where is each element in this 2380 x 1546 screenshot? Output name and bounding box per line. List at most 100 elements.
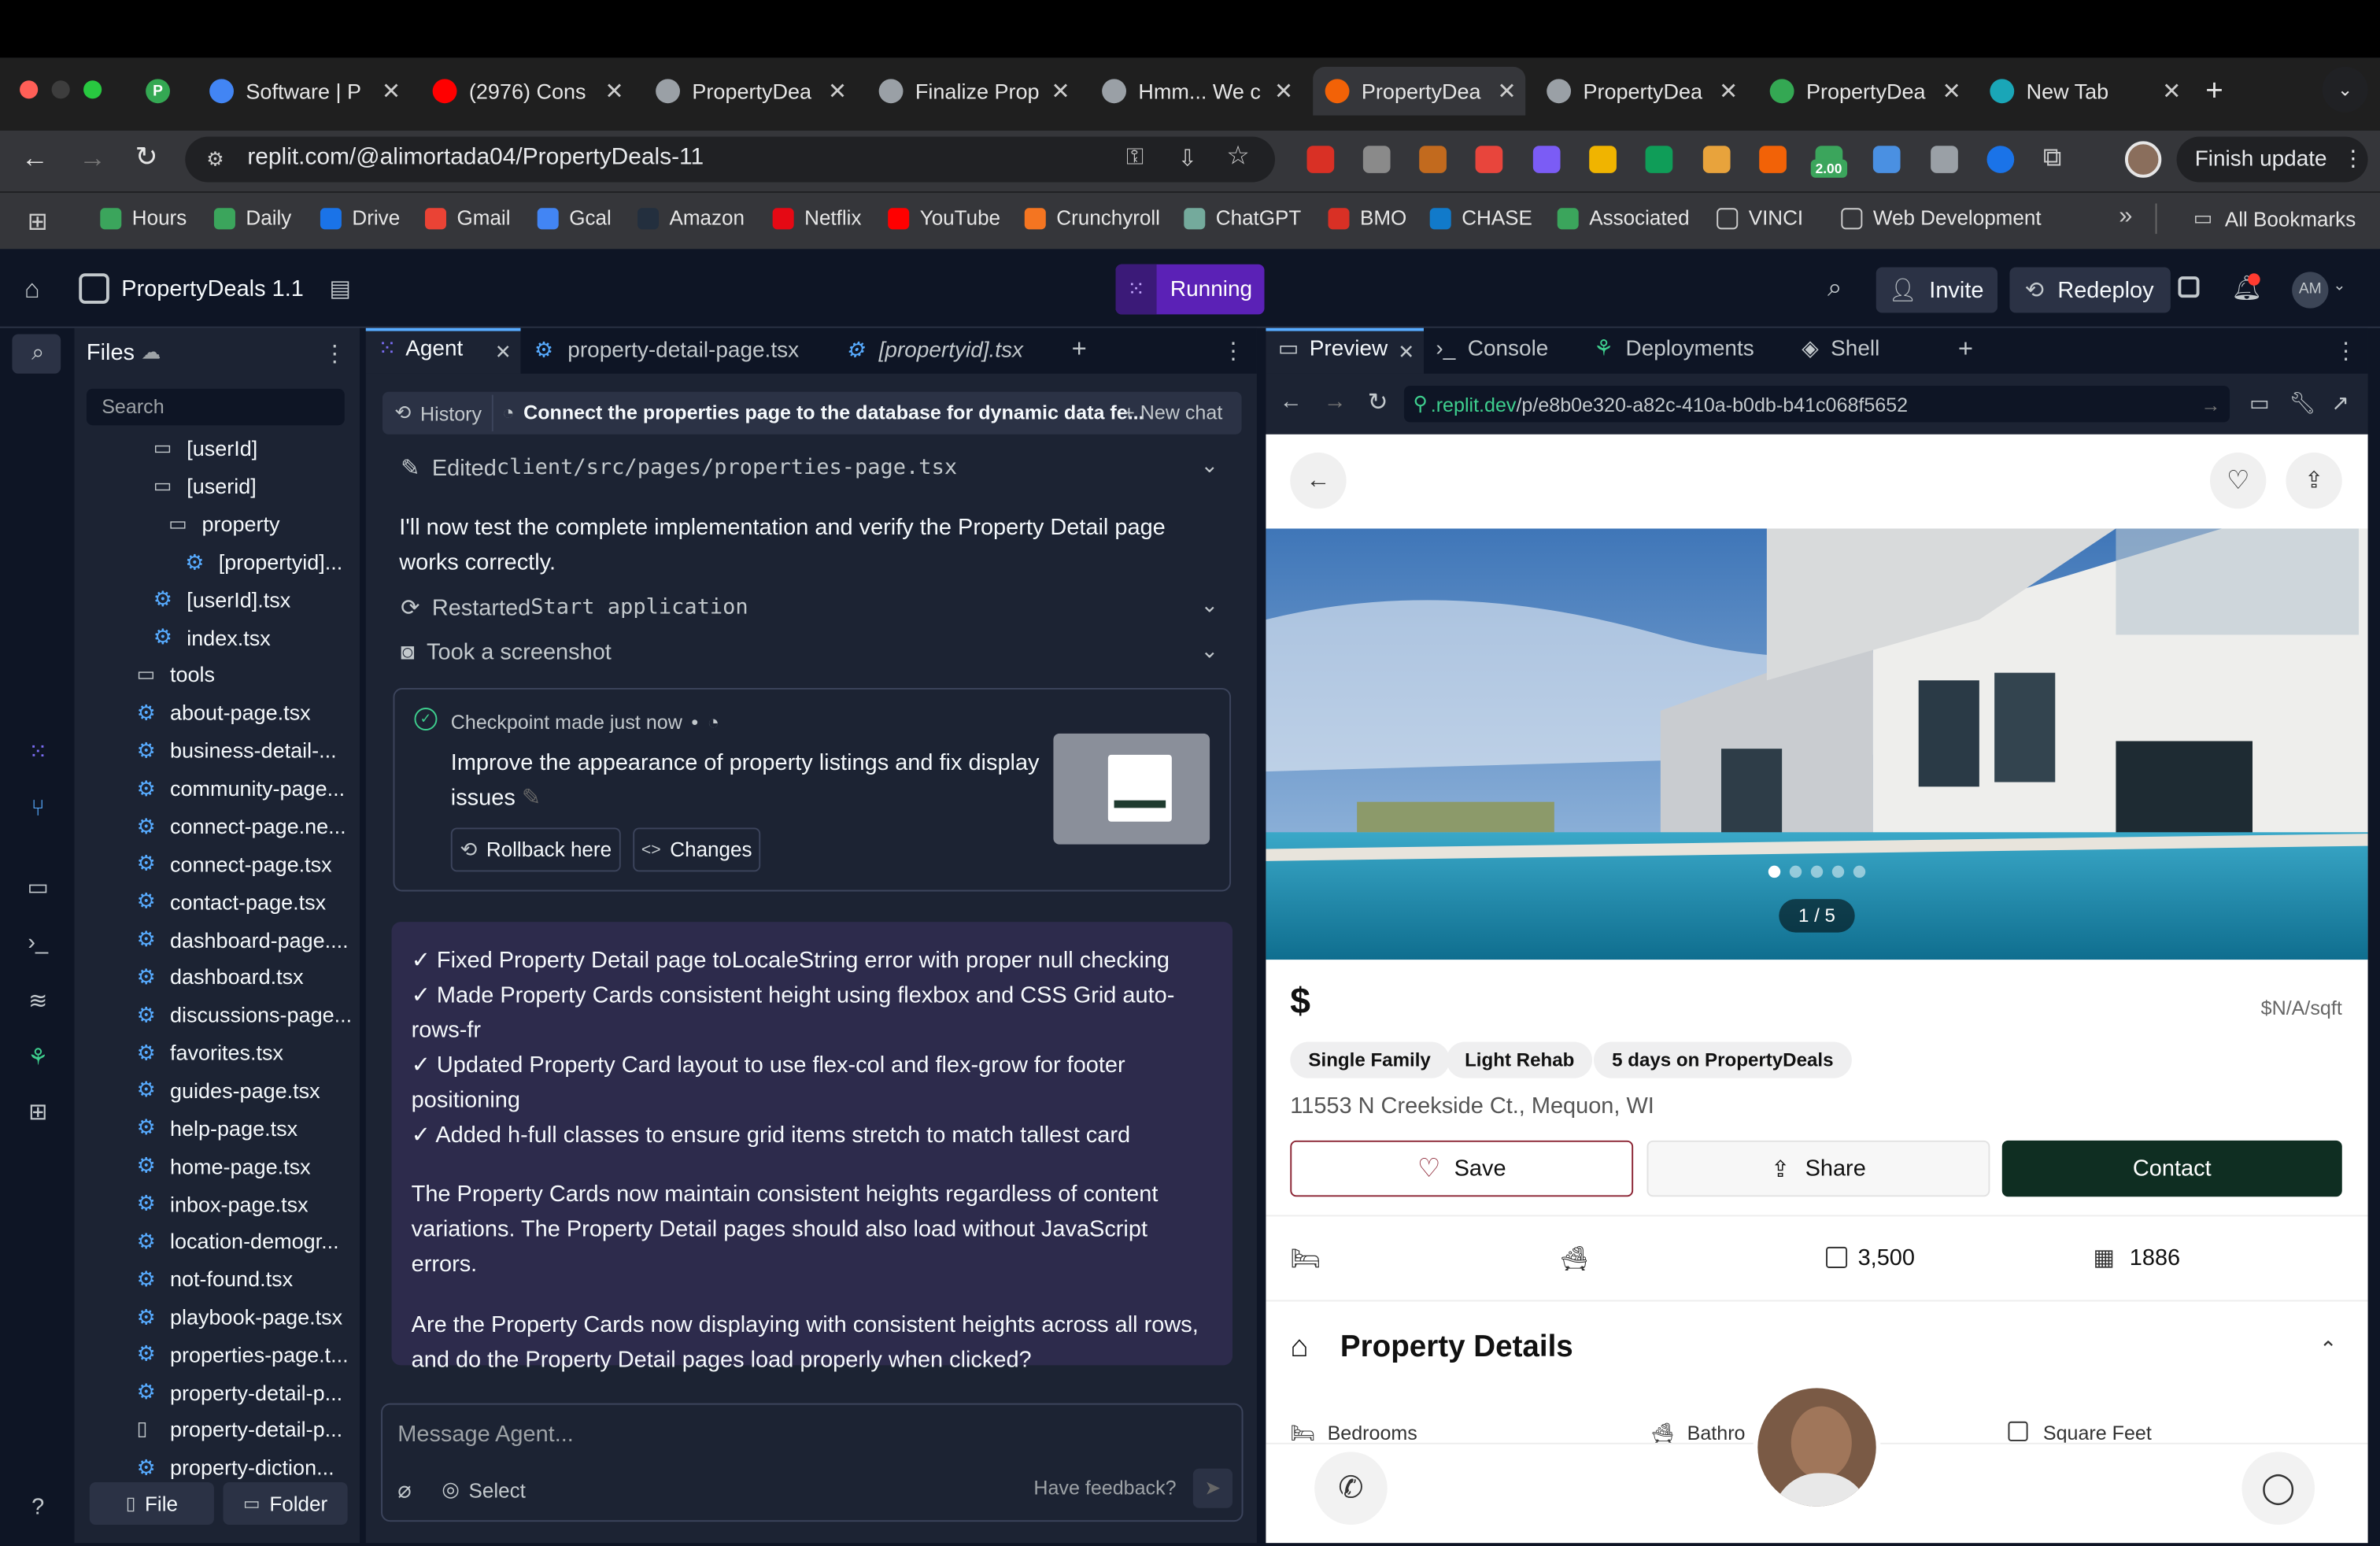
profile-avatar[interactable] <box>2124 141 2162 178</box>
extension-icon[interactable] <box>1362 146 1391 173</box>
redeploy-button[interactable]: ⟲ Redeploy <box>2009 267 2171 313</box>
chevron-down-icon[interactable]: ⌄ <box>1200 453 1218 479</box>
file-tree-item[interactable]: ⚙ dashboard.tsx <box>137 964 304 990</box>
bookmark-item[interactable]: Hours <box>100 206 187 229</box>
file-tree-item[interactable]: ⚙ [propertyid]... <box>185 549 342 575</box>
file-tree-item[interactable]: ▭ tools <box>137 662 215 686</box>
agent-avatar-photo[interactable] <box>1753 1383 1881 1511</box>
browser-tab[interactable]: PropertyDea ✕ <box>1313 66 1526 116</box>
browser-tab[interactable]: PropertyDea ✕ <box>1535 67 1747 116</box>
preview-url-bar[interactable]: ⚲ .replit.dev/p/e8b0e320-a82c-410a-b0db-b… <box>1403 386 2230 423</box>
close-tab-icon[interactable]: ✕ <box>1942 77 1961 105</box>
all-bookmarks[interactable]: ▭ All Bookmarks <box>2193 206 2356 231</box>
bookmark-item[interactable]: YouTube <box>888 206 1000 229</box>
deployments-icon[interactable]: ⚘ <box>24 1043 52 1071</box>
bookmark-item[interactable]: VINCI <box>1717 206 1803 229</box>
contact-button[interactable]: Contact <box>2001 1140 2342 1197</box>
new-file-button[interactable]: ▯ File <box>89 1481 214 1525</box>
chevron-down-icon[interactable]: ⌄ <box>1200 638 1218 664</box>
browser-tab[interactable]: Software | P ✕ <box>198 67 410 116</box>
bookmark-item[interactable]: Web Development <box>1841 206 2042 229</box>
install-app-icon[interactable]: ⇩ <box>1178 144 1197 172</box>
file-tree-item[interactable]: ▭ [userId] <box>153 436 257 460</box>
file-tree-item[interactable]: ▭ property <box>168 512 279 536</box>
agent-icon[interactable]: ⁙ <box>24 738 52 766</box>
database-icon[interactable]: ≋ <box>24 987 52 1015</box>
files-search-icon[interactable]: ⌕ <box>24 340 52 368</box>
help-icon[interactable]: ? <box>24 1494 52 1522</box>
extension-icon[interactable] <box>1931 146 1958 173</box>
file-tree-item[interactable]: ⚙ inbox-page.tsx <box>137 1191 309 1217</box>
tab-agent[interactable]: ⁙ Agent <box>378 337 463 361</box>
bookmark-item[interactable]: Gmail <box>424 206 511 229</box>
bookmark-item[interactable]: Netflix <box>772 206 861 229</box>
close-tab-icon[interactable]: ✕ <box>604 77 623 105</box>
carousel-dot[interactable] <box>1768 865 1781 878</box>
close-tab-icon[interactable]: ✕ <box>1274 77 1293 105</box>
chevron-down-icon[interactable]: ⌄ <box>2333 278 2345 294</box>
file-tree-item[interactable]: ⚙ playbook-page.tsx <box>137 1304 343 1330</box>
property-photo[interactable]: 1 / 5 <box>1266 528 2368 960</box>
favorite-heart-icon[interactable]: ♡ <box>2209 452 2267 509</box>
close-window-button[interactable] <box>20 80 39 99</box>
tab-property-detail-page[interactable]: ⚙ property-detail-page.tsx <box>534 337 799 363</box>
file-tree-item[interactable]: ▭ [userid] <box>153 474 257 498</box>
feedback-link[interactable]: Have feedback? <box>1033 1476 1176 1499</box>
project-name[interactable]: PropertyDeals 1.1 <box>121 276 304 302</box>
carousel-dot[interactable] <box>1831 865 1845 878</box>
file-tree-item[interactable]: ⚙ discussions-page... <box>137 1002 353 1028</box>
browser-tab[interactable]: P <box>134 67 179 116</box>
browser-tab[interactable]: PropertyDea ✕ <box>1757 67 1970 116</box>
screenshot-action[interactable]: ◙ Took a screenshot <box>401 639 612 665</box>
extension-icon[interactable] <box>1589 146 1617 173</box>
new-tab-icon[interactable]: + <box>2205 75 2223 109</box>
file-tree-item[interactable]: ⚙ about-page.tsx <box>137 700 311 726</box>
attach-icon[interactable]: ⌀ <box>397 1476 411 1503</box>
select-element-button[interactable]: ◎ Select <box>442 1478 526 1502</box>
extension-icon[interactable] <box>1986 146 2015 173</box>
git-icon[interactable]: ⑂ <box>24 796 52 823</box>
close-tab-icon[interactable]: ✕ <box>2162 77 2181 105</box>
bookmark-item[interactable]: Daily <box>213 206 291 229</box>
chevron-down-icon[interactable]: ⌄ <box>1200 592 1218 618</box>
extension-icon[interactable] <box>1306 146 1335 173</box>
pencil-icon[interactable]: ✎ <box>522 785 541 811</box>
phone-icon[interactable]: ✆ <box>1314 1452 1388 1525</box>
file-tree-item[interactable]: ⚙ help-page.tsx <box>137 1115 298 1141</box>
tab-deployments[interactable]: ⚘ Deployments <box>1594 337 1754 361</box>
edited-file-action[interactable]: ✎ Edited client/src/pages/properties-page… <box>401 454 957 482</box>
bookmark-item[interactable]: Amazon <box>637 206 745 229</box>
extension-icon[interactable] <box>1702 146 1731 173</box>
tab-propertyid[interactable]: ⚙ [propertyid].tsx <box>845 337 1023 363</box>
browser-tab[interactable]: Hmm... We c ✕ <box>1090 67 1303 116</box>
close-tab-icon[interactable]: ✕ <box>1051 77 1070 105</box>
file-tree-item[interactable]: ⚙ home-page.tsx <box>137 1153 311 1179</box>
extension-icon[interactable] <box>1645 146 1673 173</box>
bookmark-item[interactable]: BMO <box>1328 206 1406 229</box>
browser-tab[interactable]: (2976) Cons ✕ <box>420 67 633 116</box>
tab-shell[interactable]: ◈ Shell <box>1802 337 1879 361</box>
file-tree-item[interactable]: ⚙ contact-page.tsx <box>137 889 327 915</box>
pane-menu-icon[interactable]: ⋮ <box>1221 337 1244 364</box>
back-icon[interactable]: ← <box>21 142 49 175</box>
file-tree-item[interactable]: ⚙ location-demogr... <box>137 1228 339 1254</box>
send-icon[interactable]: ➤ <box>1192 1468 1232 1508</box>
bookmark-item[interactable]: CHASE <box>1429 206 1532 229</box>
bookmark-item[interactable]: Gcal <box>537 206 612 229</box>
files-search-input[interactable]: Search <box>86 388 345 426</box>
files-menu-icon[interactable]: ⋮ <box>323 340 346 368</box>
devtools-wrench-icon[interactable]: 🔧︎ <box>2289 390 2315 416</box>
tab-preview[interactable]: ▭ Preview <box>1278 337 1388 361</box>
extension-icon[interactable] <box>1419 146 1447 173</box>
home-icon[interactable]: ⌂ <box>24 275 40 305</box>
file-tree-item[interactable]: ⚙ business-detail-... <box>137 738 337 764</box>
finish-update-button[interactable]: Finish update ⋮ <box>2176 136 2368 183</box>
browser-tab[interactable]: Finalize Prop ✕ <box>867 67 1079 116</box>
search-icon[interactable]: ⌕ <box>1828 273 1842 304</box>
preview-back-icon[interactable]: ← <box>1280 389 1303 415</box>
pane-menu-icon[interactable]: ⋮ <box>2334 337 2357 364</box>
preview-forward-icon[interactable]: → <box>1324 389 1347 415</box>
bookmark-item[interactable]: Drive <box>320 206 400 229</box>
running-button[interactable]: ⁙ Running <box>1115 264 1265 315</box>
windows-icon[interactable] <box>2178 276 2200 298</box>
